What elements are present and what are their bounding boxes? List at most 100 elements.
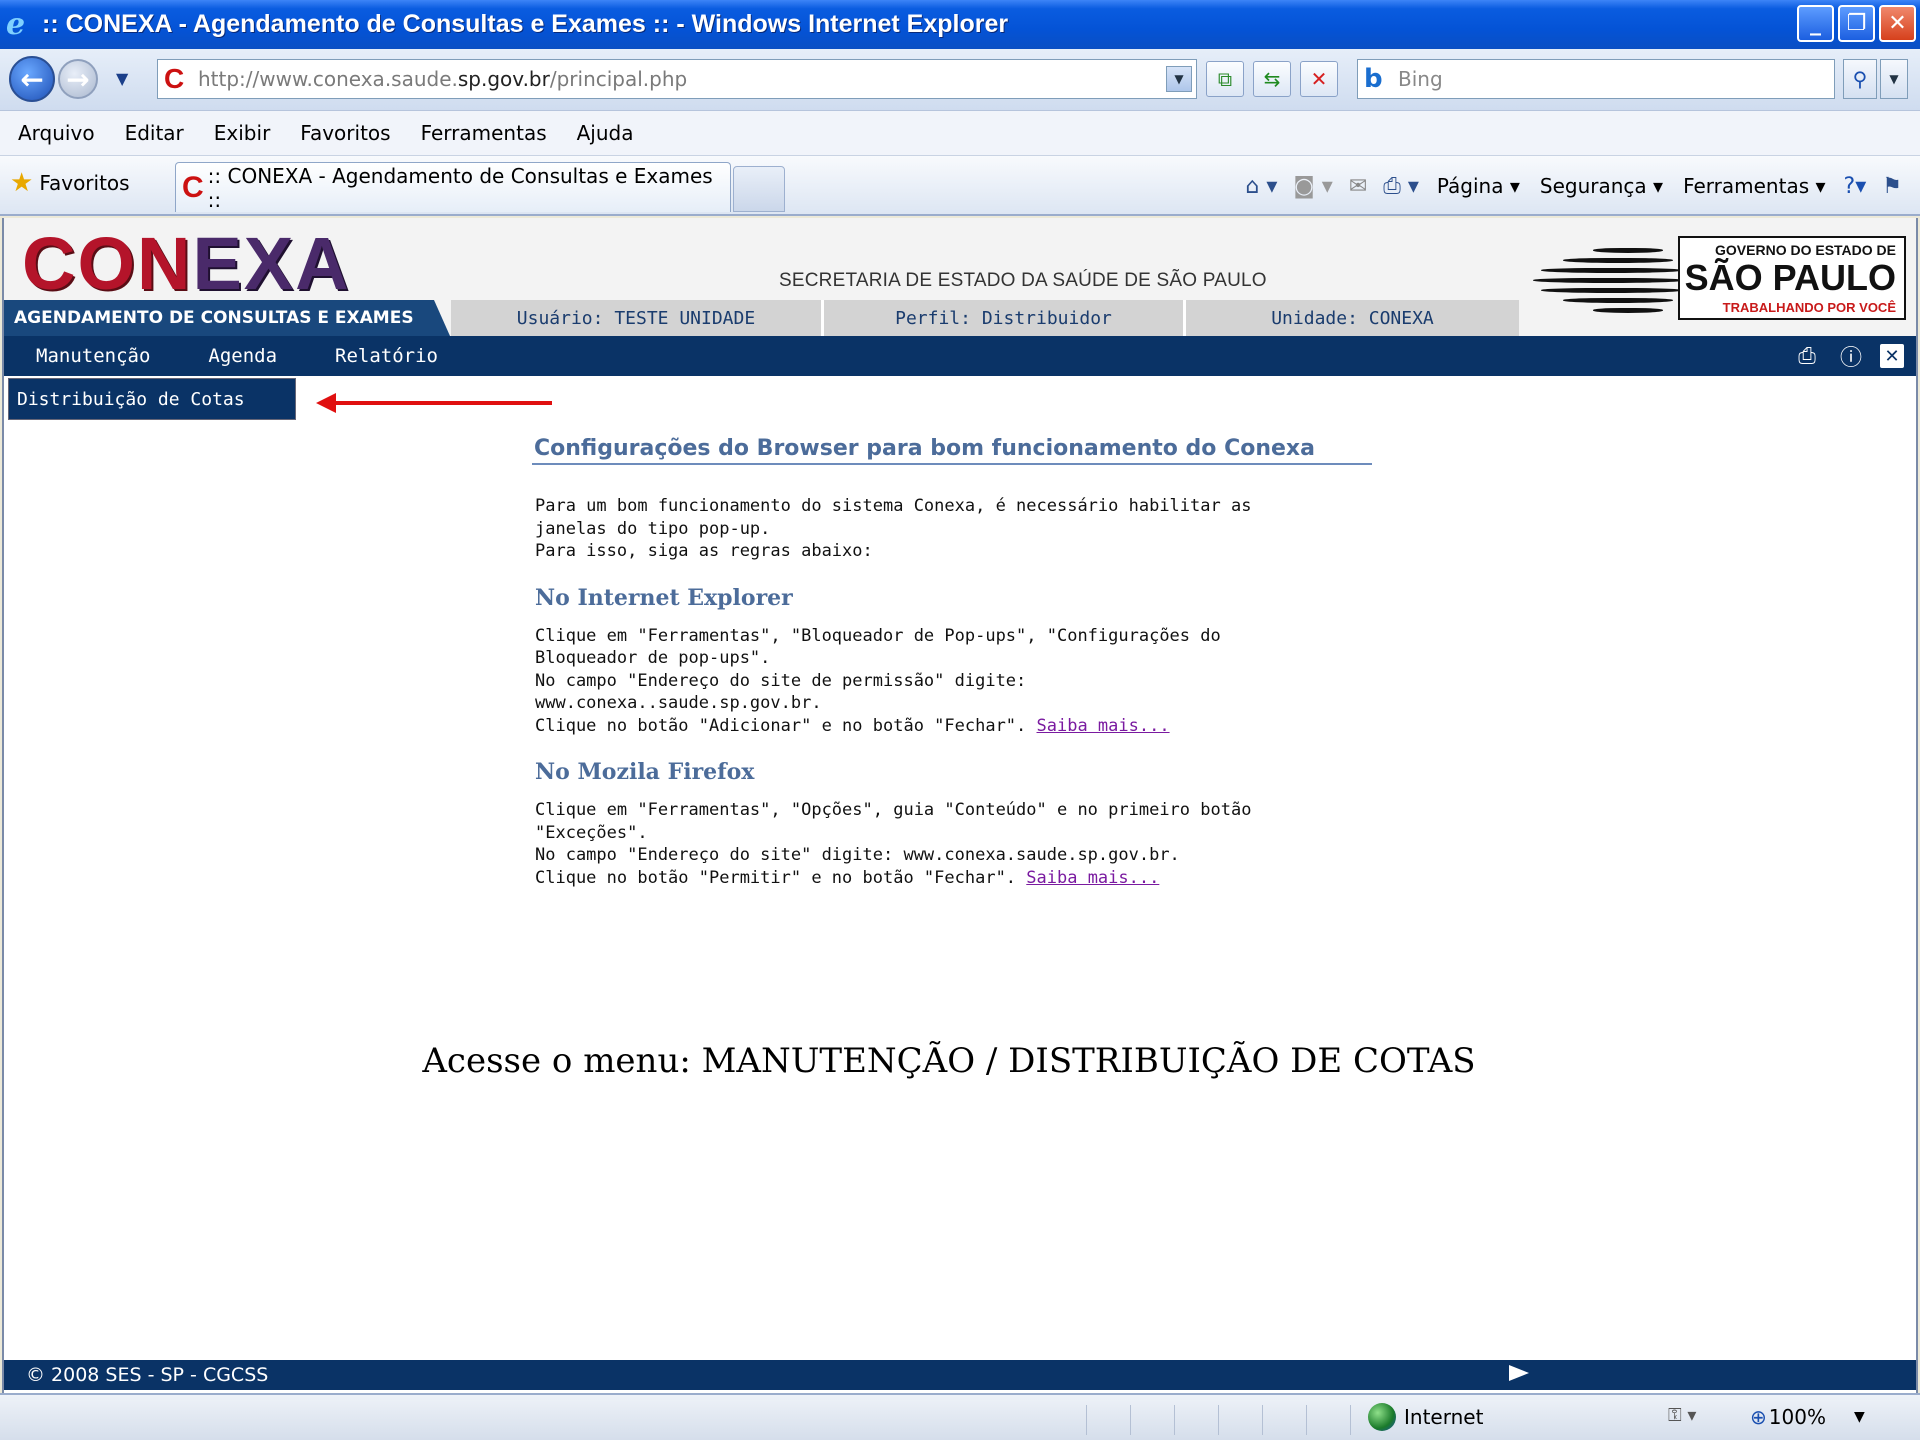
nav-relatorio[interactable]: Relatório	[335, 345, 438, 367]
instruction-caption: Acesse o menu: MANUTENÇÃO / DISTRIBUIÇÃO…	[422, 1041, 1476, 1081]
ferramentas-menu[interactable]: Ferramentas ▾	[1683, 174, 1825, 198]
ie-line-3: No campo "Endereço do site de permissão"…	[535, 670, 1027, 691]
play-arrow-icon[interactable]	[1509, 1365, 1529, 1381]
print-page-icon[interactable]: ⎙	[1792, 341, 1822, 371]
favorites-bar: ★ Favoritos C :: CONEXA - Agendamento de…	[0, 156, 1920, 216]
search-button[interactable]: ⚲	[1843, 59, 1877, 99]
close-window-button[interactable]: ✕	[1879, 5, 1916, 42]
intro-line-1: Para um bom funcionamento do sistema Con…	[535, 496, 1252, 516]
back-button[interactable]: ←	[9, 56, 55, 102]
zoom-control[interactable]: ⊕ 100% ▼	[1750, 1405, 1865, 1429]
main-content: Configurações do Browser para bom funcio…	[532, 436, 1372, 889]
pagina-menu[interactable]: Página ▾	[1437, 174, 1520, 198]
tab-title: :: CONEXA - Agendamento de Consultas e E…	[207, 163, 713, 212]
menu-ferramentas[interactable]: Ferramentas	[421, 121, 547, 145]
browser-tab[interactable]: C :: CONEXA - Agendamento de Consultas e…	[175, 162, 731, 212]
governo-sp-logo: GOVERNO DO ESTADO DE SÃO PAULO TRABALHAN…	[1533, 236, 1908, 322]
intro-line-2: janelas do tipo pop-up.	[535, 518, 771, 539]
research-icon[interactable]: ⚑	[1882, 174, 1902, 199]
ff-saiba-mais-link[interactable]: Saiba mais...	[1026, 868, 1159, 888]
search-input[interactable]: Bing	[1398, 67, 1443, 91]
globe-icon	[1368, 1403, 1396, 1431]
address-bar[interactable]: C http://www.conexa.saude.sp.gov.br/prin…	[157, 59, 1197, 99]
address-url[interactable]: http://www.conexa.saude.sp.gov.br/princi…	[198, 67, 687, 91]
feeds-icon[interactable]: ◙ ▾	[1293, 174, 1332, 199]
ie-line-1: Clique em "Ferramentas", "Bloqueador de …	[535, 625, 1221, 646]
bing-icon: b	[1364, 64, 1383, 94]
ie-line-4: www.conexa..saude.sp.gov.br.	[535, 693, 822, 713]
protected-mode-icon[interactable]: ⚿ ▾	[1668, 1405, 1696, 1426]
zoom-icon: ⊕	[1750, 1405, 1767, 1429]
perfil-label: Perfil: Distribuidor	[821, 300, 1183, 336]
window-title: :: CONEXA - Agendamento de Consultas e E…	[42, 10, 1009, 38]
help-icon[interactable]: ?▾	[1844, 174, 1867, 199]
minimize-button[interactable]: _	[1797, 5, 1834, 42]
unidade-label: Unidade: CONEXA	[1183, 300, 1519, 336]
gov-line-2: SÃO PAULO	[1684, 257, 1896, 298]
history-dropdown-icon[interactable]: ▼	[116, 69, 128, 88]
site-favicon-icon: C	[164, 63, 185, 94]
favorites-label: Favoritos	[39, 171, 130, 195]
menu-editar[interactable]: Editar	[125, 121, 184, 145]
ie-line-2: Bloqueador de pop-ups".	[535, 648, 771, 668]
logout-x-icon[interactable]: ✕	[1880, 344, 1904, 368]
copyright-text: © 2008 SES - SP - CGCSS	[26, 1364, 269, 1386]
user-info-bar: Usuário: TESTE UNIDADE Perfil: Distribui…	[451, 300, 1519, 336]
ff-line-1: Clique em "Ferramentas", "Opções", guia …	[535, 800, 1252, 820]
maximize-button[interactable]: ❐	[1838, 5, 1875, 42]
menu-bar: Arquivo Editar Exibir Favoritos Ferramen…	[0, 111, 1920, 156]
secretaria-text: SECRETARIA DE ESTADO DA SAÚDE DE SÃO PAU…	[779, 270, 1267, 291]
menu-ajuda[interactable]: Ajuda	[577, 121, 634, 145]
seguranca-menu[interactable]: Segurança ▾	[1540, 174, 1663, 198]
main-nav: Manutenção Agenda Relatório ⎙ ⓘ ✕	[4, 336, 1916, 376]
window-title-bar: e :: CONEXA - Agendamento de Consultas e…	[0, 0, 1920, 49]
address-dropdown-icon[interactable]: ▼	[1166, 66, 1192, 92]
site-footer: © 2008 SES - SP - CGCSS	[4, 1360, 1916, 1390]
stop-icon[interactable]: ✕	[1300, 61, 1338, 97]
new-tab-button[interactable]	[733, 166, 785, 212]
command-bar: ⌂ ▾ ◙ ▾ ✉ ⎙ ▾ Página ▾ Segurança ▾ Ferra…	[1237, 166, 1910, 206]
nav-agenda[interactable]: Agenda	[208, 345, 277, 367]
gov-line-1: GOVERNO DO ESTADO DE	[1715, 242, 1896, 258]
gov-line-3: TRABALHANDO POR VOCÊ	[1722, 300, 1896, 315]
home-icon[interactable]: ⌂ ▾	[1245, 174, 1277, 199]
ie-line-5: Clique no botão "Adicionar" e no botão "…	[535, 715, 1170, 736]
page-viewport: CONEXA SECRETARIA DE ESTADO DA SAÚDE DE …	[2, 218, 1918, 1393]
forward-button[interactable]: →	[58, 59, 98, 99]
page-title: Configurações do Browser para bom funcio…	[532, 436, 1372, 465]
ff-line-3: No campo "Endereço do site" digite: www.…	[535, 845, 1180, 865]
zoom-dropdown-icon[interactable]: ▼	[1854, 1409, 1865, 1425]
mail-icon[interactable]: ✉	[1349, 174, 1367, 199]
agendamento-banner: AGENDAMENTO DE CONSULTAS E EXAMES	[4, 300, 450, 336]
ff-section-title: No Mozila Firefox	[535, 759, 755, 785]
tab-favicon-icon: C	[182, 170, 204, 204]
zone-label: Internet	[1404, 1405, 1484, 1429]
red-pointer-arrow	[316, 393, 552, 413]
help-circle-icon[interactable]: ⓘ	[1836, 341, 1866, 371]
intro-line-3: Para isso, siga as regras abaixo:	[535, 541, 873, 561]
ie-saiba-mais-link[interactable]: Saiba mais...	[1037, 716, 1170, 736]
ie-logo-icon: e	[6, 6, 26, 42]
zoom-level: 100%	[1768, 1405, 1826, 1429]
site-header: CONEXA SECRETARIA DE ESTADO DA SAÚDE DE …	[4, 218, 1916, 336]
print-icon[interactable]: ⎙ ▾	[1383, 174, 1419, 199]
star-icon: ★	[10, 168, 34, 198]
usuario-label: Usuário: TESTE UNIDADE	[516, 307, 756, 329]
status-bar: Internet ⚿ ▾ ⊕ 100% ▼	[0, 1393, 1920, 1440]
menu-favoritos[interactable]: Favoritos	[300, 121, 390, 145]
nav-manutencao[interactable]: Manutenção	[36, 345, 150, 367]
menu-exibir[interactable]: Exibir	[214, 121, 271, 145]
ie-section-title: No Internet Explorer	[535, 584, 793, 611]
refresh-icon[interactable]: ⇆	[1253, 61, 1291, 97]
security-zone[interactable]: Internet	[1368, 1403, 1483, 1431]
favorites-button[interactable]: ★ Favoritos	[10, 168, 130, 198]
search-box[interactable]: b Bing	[1357, 59, 1835, 99]
conexa-logo: CONEXA	[22, 222, 351, 305]
ff-line-2: "Exceções".	[535, 822, 648, 843]
compatibility-view-icon[interactable]: ⧉	[1206, 61, 1244, 97]
flag-stripes-icon	[1533, 242, 1683, 316]
submenu-distribuicao-de-cotas[interactable]: Distribuição de Cotas	[8, 378, 296, 420]
menu-arquivo[interactable]: Arquivo	[18, 121, 95, 145]
ff-line-4: Clique no botão "Permitir" e no botão "F…	[535, 867, 1160, 888]
search-options-icon[interactable]: ▼	[1880, 59, 1908, 99]
